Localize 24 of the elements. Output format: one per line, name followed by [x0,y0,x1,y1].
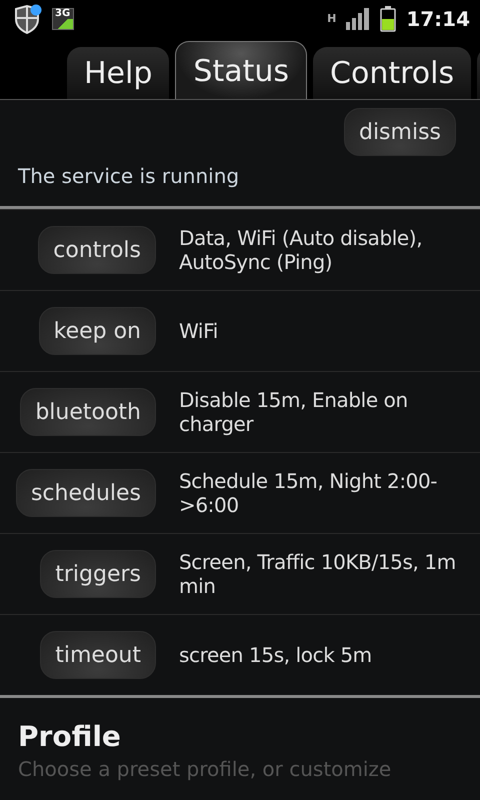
setting-button[interactable]: keep on [38,307,156,355]
setting-summary: Schedule 15m, Night 2:00->6:00 [179,469,438,517]
status-message: The service is running [18,164,240,188]
setting-button[interactable]: triggers [40,550,156,598]
dismiss-button[interactable]: dismiss [344,108,456,156]
setting-summary: Disable 15m, Enable on charger [179,388,409,436]
network-icon: 3G [52,8,74,30]
setting-summary: screen 15s, lock 5m [179,643,373,667]
setting-summary: WiFi [179,319,219,343]
setting-summary: Screen, Traffic 10KB/15s, 1m min [179,550,457,598]
signal-icon [346,8,370,30]
section-subtitle: Choose a preset profile, or customize [18,757,392,781]
setting-summary: Data, WiFi (Auto disable), AutoSync (Ping) [179,226,424,274]
battery-icon [380,6,396,32]
section-title: Profile [18,720,122,753]
setting-button[interactable]: schedules [16,469,156,517]
tab[interactable]: Help [67,47,170,99]
tab[interactable]: Status [175,41,308,99]
setting-button[interactable]: timeout [40,631,156,679]
setting-button[interactable]: controls [38,226,156,274]
clock: 17:14 [406,7,470,31]
tab[interactable]: Controls [313,47,472,99]
data-indicator: H [327,14,336,24]
setting-button[interactable]: bluetooth [20,388,156,436]
